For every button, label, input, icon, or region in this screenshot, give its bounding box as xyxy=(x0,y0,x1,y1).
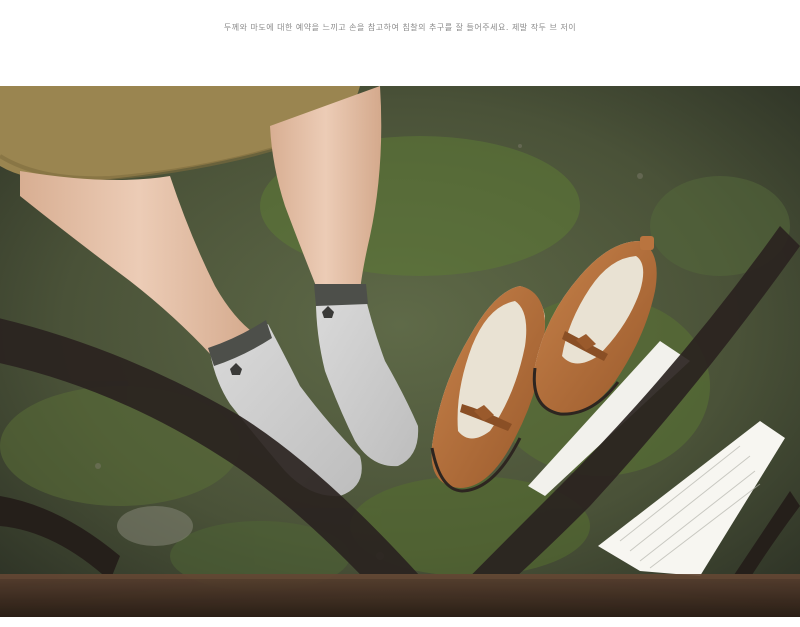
product-photo xyxy=(0,86,800,617)
page-caption: 두께와 마도에 대한 예약을 느끼고 손을 참고하여 침찰의 추구를 잘 들어주… xyxy=(223,23,577,32)
